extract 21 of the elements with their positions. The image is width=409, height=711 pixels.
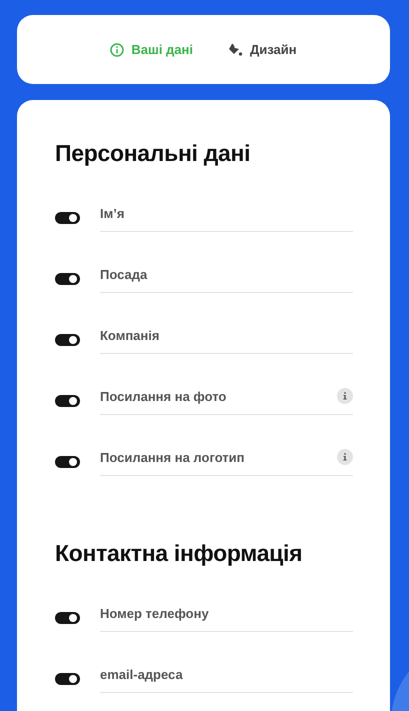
input-field[interactable]: Посилання на фото [100,388,337,404]
info-icon[interactable] [337,388,353,404]
toggle-switch[interactable] [55,212,80,224]
input-field[interactable]: Компанія [100,328,353,342]
toggle-switch[interactable] [55,612,80,624]
paint-bucket-icon [227,42,243,56]
section-title: Контактна інформація [55,540,304,567]
info-icon [110,42,124,56]
toggle-switch[interactable] [55,672,80,684]
input-field[interactable]: Ім’я [100,206,353,220]
tab[interactable]: Дизайн [227,42,297,57]
toggle-switch[interactable] [55,394,80,406]
toggle-switch[interactable] [55,334,80,346]
info-icon[interactable] [337,449,353,465]
input-field[interactable]: email-адреса [100,666,353,682]
section-title: Персональні дані [55,140,252,167]
input-field[interactable]: Номер телефону [100,606,353,620]
toggle-switch[interactable] [55,456,80,468]
input-field[interactable]: Посада [100,266,353,282]
toggle-switch[interactable] [55,272,80,284]
input-field[interactable]: Посилання на логотип [100,450,337,464]
